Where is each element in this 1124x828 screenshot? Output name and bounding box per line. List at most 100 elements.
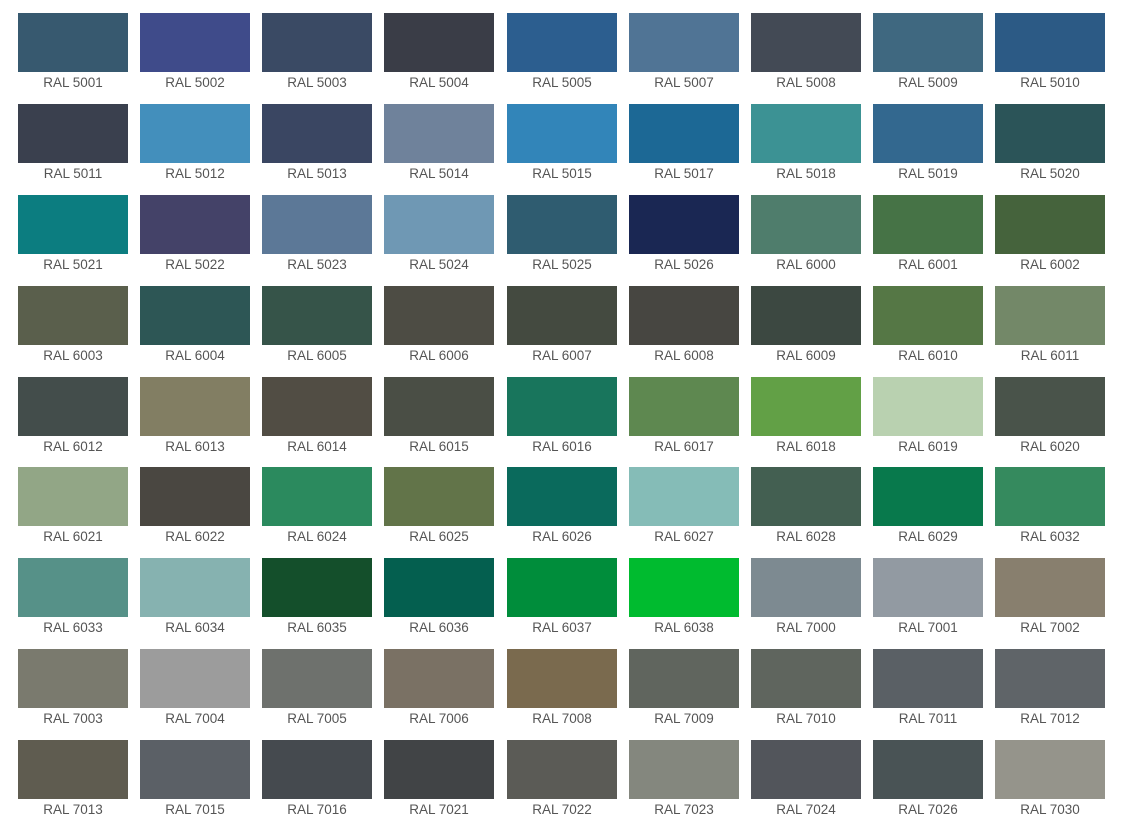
swatch-ral-7002[interactable]: RAL 7002 (995, 558, 1105, 646)
swatch-color[interactable] (384, 13, 494, 72)
swatch-color[interactable] (384, 377, 494, 436)
swatch-ral-5024[interactable]: RAL 5024 (384, 195, 494, 283)
swatch-color[interactable] (384, 195, 494, 254)
swatch-ral-6016[interactable]: RAL 6016 (507, 377, 617, 465)
swatch-ral-5021[interactable]: RAL 5021 (18, 195, 128, 283)
swatch-color[interactable] (751, 740, 861, 799)
swatch-ral-6002[interactable]: RAL 6002 (995, 195, 1105, 283)
swatch-color[interactable] (995, 467, 1105, 526)
swatch-color[interactable] (18, 558, 128, 617)
swatch-ral-5018[interactable]: RAL 5018 (751, 104, 861, 192)
swatch-color[interactable] (262, 377, 372, 436)
swatch-color[interactable] (995, 649, 1105, 708)
swatch-ral-6014[interactable]: RAL 6014 (262, 377, 372, 465)
swatch-ral-6038[interactable]: RAL 6038 (629, 558, 739, 646)
swatch-ral-5004[interactable]: RAL 5004 (384, 13, 494, 101)
swatch-ral-5013[interactable]: RAL 5013 (262, 104, 372, 192)
swatch-ral-5002[interactable]: RAL 5002 (140, 13, 250, 101)
swatch-color[interactable] (629, 377, 739, 436)
swatch-ral-6033[interactable]: RAL 6033 (18, 558, 128, 646)
swatch-ral-5011[interactable]: RAL 5011 (18, 104, 128, 192)
swatch-color[interactable] (629, 104, 739, 163)
swatch-color[interactable] (262, 104, 372, 163)
swatch-ral-5012[interactable]: RAL 5012 (140, 104, 250, 192)
swatch-ral-7009[interactable]: RAL 7009 (629, 649, 739, 737)
swatch-color[interactable] (18, 195, 128, 254)
swatch-color[interactable] (629, 13, 739, 72)
swatch-ral-7026[interactable]: RAL 7026 (873, 740, 983, 828)
swatch-color[interactable] (995, 104, 1105, 163)
swatch-color[interactable] (18, 649, 128, 708)
swatch-color[interactable] (751, 195, 861, 254)
swatch-color[interactable] (18, 377, 128, 436)
swatch-color[interactable] (873, 13, 983, 72)
swatch-ral-7016[interactable]: RAL 7016 (262, 740, 372, 828)
swatch-color[interactable] (751, 558, 861, 617)
swatch-ral-5022[interactable]: RAL 5022 (140, 195, 250, 283)
swatch-ral-6019[interactable]: RAL 6019 (873, 377, 983, 465)
swatch-ral-6006[interactable]: RAL 6006 (384, 286, 494, 374)
swatch-ral-6000[interactable]: RAL 6000 (751, 195, 861, 283)
swatch-color[interactable] (384, 104, 494, 163)
swatch-ral-7022[interactable]: RAL 7022 (507, 740, 617, 828)
swatch-color[interactable] (507, 104, 617, 163)
swatch-color[interactable] (751, 286, 861, 345)
swatch-color[interactable] (140, 195, 250, 254)
swatch-ral-7024[interactable]: RAL 7024 (751, 740, 861, 828)
swatch-color[interactable] (751, 649, 861, 708)
swatch-color[interactable] (507, 377, 617, 436)
swatch-color[interactable] (262, 286, 372, 345)
swatch-color[interactable] (18, 740, 128, 799)
swatch-ral-5015[interactable]: RAL 5015 (507, 104, 617, 192)
swatch-ral-6008[interactable]: RAL 6008 (629, 286, 739, 374)
swatch-color[interactable] (873, 740, 983, 799)
swatch-ral-6009[interactable]: RAL 6009 (751, 286, 861, 374)
swatch-ral-6025[interactable]: RAL 6025 (384, 467, 494, 555)
swatch-color[interactable] (751, 13, 861, 72)
swatch-color[interactable] (140, 377, 250, 436)
swatch-color[interactable] (262, 649, 372, 708)
swatch-color[interactable] (18, 467, 128, 526)
swatch-ral-6035[interactable]: RAL 6035 (262, 558, 372, 646)
swatch-color[interactable] (873, 286, 983, 345)
swatch-ral-6029[interactable]: RAL 6029 (873, 467, 983, 555)
swatch-color[interactable] (751, 467, 861, 526)
swatch-color[interactable] (262, 195, 372, 254)
swatch-ral-5017[interactable]: RAL 5017 (629, 104, 739, 192)
swatch-color[interactable] (873, 104, 983, 163)
swatch-ral-5007[interactable]: RAL 5007 (629, 13, 739, 101)
swatch-color[interactable] (262, 558, 372, 617)
swatch-ral-6028[interactable]: RAL 6028 (751, 467, 861, 555)
swatch-color[interactable] (262, 13, 372, 72)
swatch-ral-5019[interactable]: RAL 5019 (873, 104, 983, 192)
swatch-ral-6017[interactable]: RAL 6017 (629, 377, 739, 465)
swatch-ral-7023[interactable]: RAL 7023 (629, 740, 739, 828)
swatch-ral-6027[interactable]: RAL 6027 (629, 467, 739, 555)
swatch-color[interactable] (507, 740, 617, 799)
swatch-color[interactable] (995, 13, 1105, 72)
swatch-ral-6018[interactable]: RAL 6018 (751, 377, 861, 465)
swatch-color[interactable] (140, 649, 250, 708)
swatch-ral-5009[interactable]: RAL 5009 (873, 13, 983, 101)
swatch-ral-7030[interactable]: RAL 7030 (995, 740, 1105, 828)
swatch-ral-7012[interactable]: RAL 7012 (995, 649, 1105, 737)
swatch-color[interactable] (507, 13, 617, 72)
swatch-ral-6004[interactable]: RAL 6004 (140, 286, 250, 374)
swatch-ral-5026[interactable]: RAL 5026 (629, 195, 739, 283)
swatch-color[interactable] (262, 467, 372, 526)
swatch-color[interactable] (629, 286, 739, 345)
swatch-color[interactable] (384, 558, 494, 617)
swatch-color[interactable] (629, 195, 739, 254)
swatch-color[interactable] (873, 195, 983, 254)
swatch-ral-6003[interactable]: RAL 6003 (18, 286, 128, 374)
swatch-ral-7021[interactable]: RAL 7021 (384, 740, 494, 828)
swatch-color[interactable] (995, 195, 1105, 254)
swatch-ral-5008[interactable]: RAL 5008 (751, 13, 861, 101)
swatch-color[interactable] (507, 649, 617, 708)
swatch-ral-5005[interactable]: RAL 5005 (507, 13, 617, 101)
swatch-color[interactable] (384, 286, 494, 345)
swatch-ral-7005[interactable]: RAL 7005 (262, 649, 372, 737)
swatch-color[interactable] (18, 286, 128, 345)
swatch-ral-5020[interactable]: RAL 5020 (995, 104, 1105, 192)
swatch-color[interactable] (384, 740, 494, 799)
